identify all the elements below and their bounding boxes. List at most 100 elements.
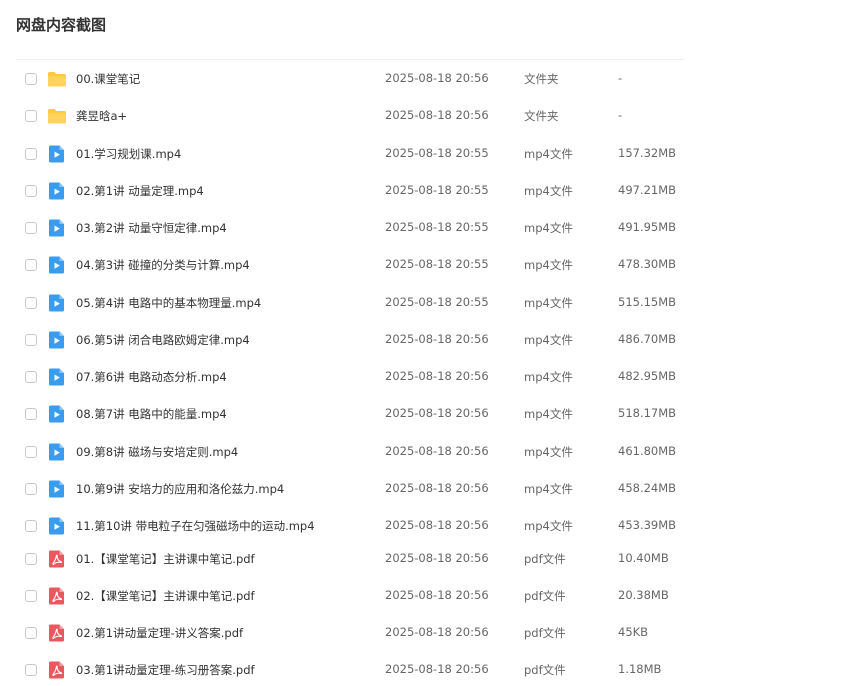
file-row[interactable]: 02.【课堂笔记】主讲课中笔记.pdf 2025-08-18 20:56 pdf文件…: [0, 582, 700, 612]
file-type: mp4文件: [524, 147, 573, 161]
file-name[interactable]: 09.第8讲 磁场与安培定则.mp4: [76, 444, 238, 460]
file-name[interactable]: 11.第10讲 带电粒子在匀强磁场中的运动.mp4: [76, 518, 315, 534]
video-file-icon: [47, 479, 67, 499]
file-size: 45KB: [618, 625, 649, 639]
file-name[interactable]: 10.第9讲 安培力的应用和洛伦兹力.mp4: [76, 481, 284, 497]
file-row[interactable]: 07.第6讲 电路动态分析.mp4 2025-08-18 20:56 mp4文件 48…: [0, 363, 700, 393]
pdf-file-icon: [47, 586, 67, 606]
modified-time: 2025-08-18 20:56: [385, 71, 489, 85]
file-name[interactable]: 08.第7讲 电路中的能量.mp4: [76, 406, 227, 422]
file-row[interactable]: 04.第3讲 碰撞的分类与计算.mp4 2025-08-18 20:55 mp4文件…: [0, 251, 700, 281]
file-row[interactable]: 03.第1讲动量定理-练习册答案.pdf 2025-08-18 20:56 pdf文…: [0, 656, 700, 686]
file-row[interactable]: 03.第2讲 动量守恒定律.mp4 2025-08-18 20:55 mp4文件 49…: [0, 214, 700, 244]
file-row[interactable]: 06.第5讲 闭合电路欧姆定律.mp4 2025-08-18 20:56 mp4文件…: [0, 326, 700, 356]
row-checkbox[interactable]: [25, 334, 37, 346]
modified-time: 2025-08-18 20:55: [385, 257, 489, 271]
file-type: mp4文件: [524, 482, 573, 496]
file-size: -: [618, 108, 623, 122]
file-type: mp4文件: [524, 296, 573, 310]
file-row[interactable]: 01.学习规划课.mp4 2025-08-18 20:55 mp4文件 157.32M…: [0, 140, 700, 170]
file-size: 518.17MB: [618, 406, 677, 420]
file-type: mp4文件: [524, 407, 573, 421]
modified-time: 2025-08-18 20:55: [385, 183, 489, 197]
file-type: mp4文件: [524, 333, 573, 347]
file-row[interactable]: 00.课堂笔记 2025-08-18 20:56 文件夹 -: [0, 65, 700, 95]
video-file-icon: [47, 442, 67, 462]
file-type: pdf文件: [524, 589, 566, 603]
file-row[interactable]: 龚昱晗a+ 2025-08-18 20:56 文件夹 -: [0, 102, 700, 132]
row-checkbox[interactable]: [25, 297, 37, 309]
file-row[interactable]: 02.第1讲动量定理-讲义答案.pdf 2025-08-18 20:56 pdf文件…: [0, 619, 700, 649]
video-file-icon: [47, 293, 67, 313]
row-checkbox[interactable]: [25, 590, 37, 602]
file-name[interactable]: 02.第1讲 动量定理.mp4: [76, 183, 204, 199]
file-row[interactable]: 09.第8讲 磁场与安培定则.mp4 2025-08-18 20:56 mp4文件 4…: [0, 438, 700, 468]
file-type: mp4文件: [524, 370, 573, 384]
row-checkbox[interactable]: [25, 148, 37, 160]
file-size: 20.38MB: [618, 588, 669, 602]
file-type: mp4文件: [524, 184, 573, 198]
video-file-icon: [47, 516, 67, 536]
row-checkbox[interactable]: [25, 553, 37, 565]
row-checkbox[interactable]: [25, 185, 37, 197]
file-size: -: [618, 71, 623, 85]
row-checkbox[interactable]: [25, 627, 37, 639]
pdf-file-icon: [47, 549, 67, 569]
modified-time: 2025-08-18 20:56: [385, 625, 489, 639]
modified-time: 2025-08-18 20:56: [385, 108, 489, 122]
pdf-file-icon: [47, 623, 67, 643]
file-row[interactable]: 11.第10讲 带电粒子在匀强磁场中的运动.mp4 2025-08-18 20:5…: [0, 512, 700, 542]
video-file-icon: [47, 404, 67, 424]
file-size: 497.21MB: [618, 183, 677, 197]
file-row[interactable]: 02.第1讲 动量定理.mp4 2025-08-18 20:55 mp4文件 497.…: [0, 177, 700, 207]
file-name[interactable]: 06.第5讲 闭合电路欧姆定律.mp4: [76, 332, 250, 348]
file-name[interactable]: 02.第1讲动量定理-讲义答案.pdf: [76, 625, 243, 641]
file-row[interactable]: 01.【课堂笔记】主讲课中笔记.pdf 2025-08-18 20:56 pdf文件…: [0, 545, 700, 575]
row-checkbox[interactable]: [25, 664, 37, 676]
file-name[interactable]: 龚昱晗a+: [76, 108, 127, 124]
file-name[interactable]: 04.第3讲 碰撞的分类与计算.mp4: [76, 257, 250, 273]
row-checkbox[interactable]: [25, 222, 37, 234]
file-name[interactable]: 00.课堂笔记: [76, 71, 140, 87]
file-size: 478.30MB: [618, 257, 677, 271]
row-checkbox[interactable]: [25, 520, 37, 532]
modified-time: 2025-08-18 20:56: [385, 551, 489, 565]
file-name[interactable]: 01.学习规划课.mp4: [76, 146, 181, 162]
video-file-icon: [47, 218, 67, 238]
modified-time: 2025-08-18 20:56: [385, 369, 489, 383]
file-size: 157.32MB: [618, 146, 677, 160]
row-checkbox[interactable]: [25, 371, 37, 383]
modified-time: 2025-08-18 20:56: [385, 332, 489, 346]
video-file-icon: [47, 144, 67, 164]
file-name[interactable]: 03.第1讲动量定理-练习册答案.pdf: [76, 662, 255, 678]
file-type: pdf文件: [524, 552, 566, 566]
video-file-icon: [47, 367, 67, 387]
row-checkbox[interactable]: [25, 483, 37, 495]
video-file-icon: [47, 330, 67, 350]
file-size: 515.15MB: [618, 295, 677, 309]
file-size: 10.40MB: [618, 551, 669, 565]
file-name[interactable]: 02.【课堂笔记】主讲课中笔记.pdf: [76, 588, 255, 604]
file-type: pdf文件: [524, 626, 566, 640]
file-row[interactable]: 10.第9讲 安培力的应用和洛伦兹力.mp4 2025-08-18 20:56 mp…: [0, 475, 700, 505]
row-checkbox[interactable]: [25, 446, 37, 458]
file-type: mp4文件: [524, 221, 573, 235]
modified-time: 2025-08-18 20:56: [385, 406, 489, 420]
file-type: mp4文件: [524, 519, 573, 533]
file-type: 文件夹: [524, 72, 559, 86]
file-name[interactable]: 03.第2讲 动量守恒定律.mp4: [76, 220, 227, 236]
file-row[interactable]: 05.第4讲 电路中的基本物理量.mp4 2025-08-18 20:55 mp4文…: [0, 289, 700, 319]
file-name[interactable]: 05.第4讲 电路中的基本物理量.mp4: [76, 295, 261, 311]
file-name[interactable]: 07.第6讲 电路动态分析.mp4: [76, 369, 227, 385]
row-checkbox[interactable]: [25, 408, 37, 420]
file-row[interactable]: 08.第7讲 电路中的能量.mp4 2025-08-18 20:56 mp4文件 51…: [0, 400, 700, 430]
modified-time: 2025-08-18 20:56: [385, 481, 489, 495]
file-name[interactable]: 01.【课堂笔记】主讲课中笔记.pdf: [76, 551, 255, 567]
row-checkbox[interactable]: [25, 110, 37, 122]
modified-time: 2025-08-18 20:56: [385, 662, 489, 676]
file-type: 文件夹: [524, 109, 559, 123]
row-checkbox[interactable]: [25, 259, 37, 271]
folder-icon: [47, 106, 67, 126]
video-file-icon: [47, 181, 67, 201]
row-checkbox[interactable]: [25, 73, 37, 85]
